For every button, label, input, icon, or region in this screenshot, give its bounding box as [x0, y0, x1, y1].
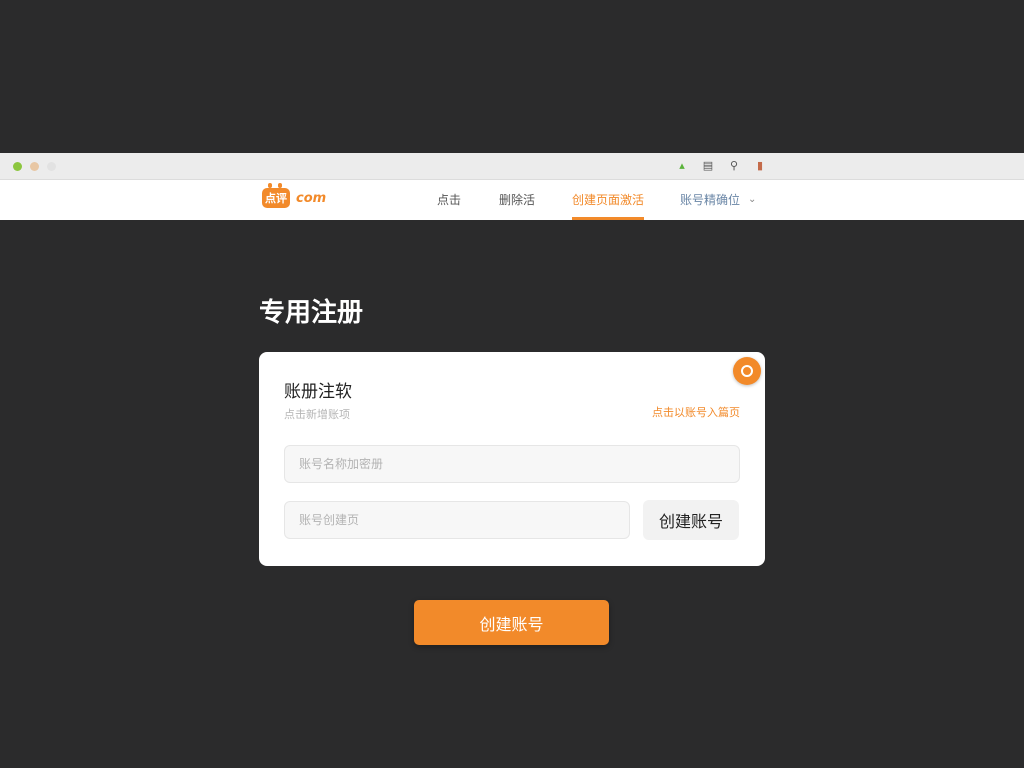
logo-mark: 点评: [262, 183, 290, 208]
site-logo[interactable]: 点评 com: [262, 183, 327, 208]
nav-item-delete[interactable]: 删除活: [499, 180, 535, 220]
top-navigation: 点评 com 点击 删除活 创建页面激活 账号精确位 ⌄: [0, 180, 1024, 220]
create-account-inline-button[interactable]: 创建账号: [643, 500, 739, 540]
signal-icon: ▴: [679, 158, 685, 172]
circle-icon: [741, 365, 753, 377]
page-title: 专用注册: [259, 298, 364, 328]
account-name-input[interactable]: [284, 445, 740, 483]
card-close-button[interactable]: [733, 357, 761, 385]
search-icon[interactable]: ⚲: [728, 159, 740, 172]
card-link[interactable]: 点击以账号入篇页: [652, 404, 740, 420]
account-create-input[interactable]: [284, 501, 630, 539]
window-maximize-dot[interactable]: [13, 162, 22, 171]
nav-item-click[interactable]: 点击: [437, 180, 461, 220]
nav-account-menu[interactable]: 账号精确位 ⌄: [680, 180, 756, 220]
browser-toolbar-icons: ▴ ▤ ⚲ ▮: [676, 158, 766, 172]
window-close-dot[interactable]: [47, 162, 56, 171]
record-icon[interactable]: ▮: [754, 159, 766, 172]
card-title: 账册注软: [284, 382, 352, 402]
window-minimize-dot[interactable]: [30, 162, 39, 171]
nav-account-label: 账号精确位: [680, 193, 741, 207]
registration-card: 账册注软 点击新增账项 点击以账号入篇页 创建账号: [259, 352, 765, 566]
browser-title-bar: ▴ ▤ ⚲ ▮: [0, 153, 1024, 180]
logo-text: com: [296, 190, 327, 206]
printer-icon[interactable]: ▤: [702, 159, 714, 172]
nav-item-create-page[interactable]: 创建页面激活: [572, 180, 645, 220]
chevron-down-icon: ⌄: [748, 194, 757, 205]
page-background: [0, 0, 1024, 153]
create-account-button[interactable]: 创建账号: [414, 600, 609, 645]
card-subtitle: 点击新增账项: [284, 408, 350, 421]
